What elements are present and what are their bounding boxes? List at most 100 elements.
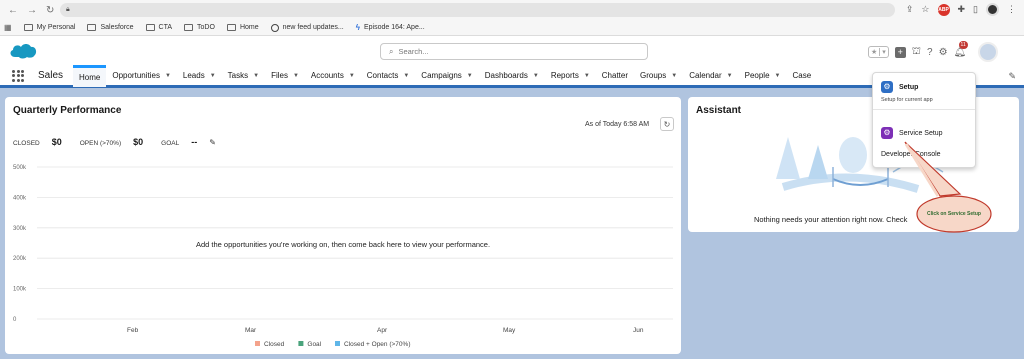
tab-cases[interactable]: Case (787, 65, 818, 87)
folder-icon (87, 24, 97, 31)
lock-icon: 🔒︎ (66, 6, 70, 13)
app-name: Sales (38, 70, 64, 81)
edit-nav-pencil-icon[interactable]: ✎ (1008, 71, 1016, 82)
bookmarks-bar: ▦ My Personal Salesforce CTA ToDO Home n… (0, 20, 1024, 36)
tab-contacts[interactable]: Contacts ▼ (361, 65, 416, 87)
sidebar-icon[interactable]: ▯ (973, 4, 978, 15)
chevron-down-icon[interactable]: ▼ (467, 73, 473, 79)
x-tick-label: May (503, 327, 516, 334)
apps-grid-icon[interactable]: ▦ (4, 23, 12, 32)
reload-icon[interactable]: ↻ (46, 5, 54, 16)
x-tick-label: Mar (245, 327, 257, 334)
tab-accounts[interactable]: Accounts ▼ (305, 65, 361, 87)
chevron-down-icon[interactable]: ▼ (584, 73, 590, 79)
service-setup-gear-icon: ⚙ (881, 127, 893, 139)
legend-swatch (255, 341, 260, 346)
chevron-down-icon[interactable]: ▼ (253, 73, 259, 79)
bookmark-feed-updates[interactable]: new feed updates... (270, 23, 344, 32)
chevron-down-icon[interactable]: ▼ (533, 73, 539, 79)
bookmark-todo[interactable]: ToDO (184, 24, 215, 31)
chevron-down-icon[interactable]: ▼ (775, 73, 781, 79)
x-tick-label: Jun (633, 327, 644, 334)
adblock-extension-icon[interactable]: ABP (937, 3, 950, 16)
star-icon: ★ (871, 49, 878, 56)
legend-label: Closed + Open (>70%) (344, 341, 410, 348)
globe-icon (270, 23, 279, 32)
menu-item-service-setup[interactable]: ⚙ Service Setup (881, 127, 943, 139)
browser-actions: ⇪ ☆ ABP ✚ ▯ ⋮ (906, 3, 1016, 16)
global-search[interactable]: ⌕ Search... (380, 43, 648, 60)
tab-files[interactable]: Files ▼ (265, 65, 305, 87)
chevron-down-icon[interactable]: ▼ (349, 73, 355, 79)
address-bar[interactable]: 🔒︎ (60, 3, 895, 17)
search-placeholder: Search... (398, 47, 429, 56)
profile-avatar[interactable] (986, 3, 999, 16)
notification-badge: 11 (958, 40, 968, 49)
folder-icon (226, 24, 236, 31)
tab-people[interactable]: People ▼ (739, 65, 787, 87)
folder-icon (23, 24, 33, 31)
assistant-empty-message: Nothing needs your attention right now. … (754, 215, 908, 224)
quarterly-performance-card: Quarterly Performance As of Today 6:58 A… (5, 97, 681, 354)
back-arrow-icon[interactable]: ← (8, 5, 18, 16)
extensions-puzzle-icon[interactable]: ✚ (958, 4, 966, 15)
chevron-down-icon[interactable]: ▼ (210, 73, 216, 79)
legend-swatch (335, 341, 340, 346)
bookmark-home[interactable]: Home (226, 24, 259, 31)
y-tick-label: 0 (13, 317, 17, 323)
bolt-icon: ϟ (355, 23, 360, 32)
chevron-down-icon[interactable]: ▼ (403, 73, 409, 79)
performance-chart: 500k 400k 300k 200k 100k 0 Feb Mar Apr May Jun Add … (13, 165, 673, 348)
menu-item-setup-description: Setup for current app (881, 97, 933, 103)
legend-label: Closed (264, 341, 285, 348)
salesforce-logo[interactable] (8, 41, 38, 61)
chevron-down-icon[interactable]: ▼ (727, 73, 733, 79)
tab-tasks[interactable]: Tasks ▼ (222, 65, 265, 87)
chevron-down-icon[interactable]: ▼ (293, 73, 299, 79)
legend-label: Goal (307, 341, 321, 348)
trailhead-icon[interactable]: ⛫ (912, 46, 921, 59)
forward-arrow-icon[interactable]: → (27, 5, 37, 16)
more-menu-icon[interactable]: ⋮ (1007, 4, 1016, 15)
bookmark-salesforce[interactable]: Salesforce (87, 24, 134, 31)
y-tick-label: 300k (13, 226, 27, 232)
browser-nav: ← → ↻ (0, 5, 54, 16)
browser-toolbar: ← → ↻ 🔒︎ ⇪ ☆ ABP ✚ ▯ ⋮ (0, 0, 1024, 20)
help-icon[interactable]: ? (927, 47, 933, 58)
menu-item-developer-console[interactable]: Developer Console (881, 151, 941, 158)
y-tick-label: 500k (13, 165, 27, 171)
bookmark-my-personal[interactable]: My Personal (23, 24, 75, 31)
folder-icon (145, 24, 155, 31)
user-avatar[interactable] (978, 42, 999, 62)
tab-dashboards[interactable]: Dashboards ▼ (479, 65, 545, 87)
x-tick-label: Feb (127, 327, 139, 334)
tab-opportunities[interactable]: Opportunities ▼ (106, 65, 177, 87)
chevron-down-icon[interactable]: ▼ (165, 73, 171, 79)
global-actions-plus-icon[interactable]: + (894, 46, 906, 58)
tab-groups[interactable]: Groups ▼ (634, 65, 683, 87)
bookmark-episode[interactable]: ϟ Episode 164: Ape... (356, 23, 425, 32)
tab-campaigns[interactable]: Campaigns ▼ (415, 65, 478, 87)
tab-chatter[interactable]: Chatter (596, 65, 634, 87)
app-launcher-icon[interactable] (12, 69, 24, 82)
y-tick-label: 400k (13, 195, 27, 201)
setup-gear-icon[interactable]: ⚙ (939, 47, 948, 58)
global-header: ⌕ Search... ★ ▾ + ⛫ ? ⚙ 🔔︎ 11 (0, 36, 1024, 66)
notifications-bell[interactable]: 🔔︎ 11 (954, 40, 968, 58)
favorites-button[interactable]: ★ ▾ (868, 46, 889, 58)
bookmark-star-icon[interactable]: ☆ (921, 4, 929, 15)
y-tick-label: 100k (13, 287, 27, 293)
bookmark-cta[interactable]: CTA (145, 24, 172, 31)
tab-leads[interactable]: Leads ▼ (177, 65, 222, 87)
share-icon[interactable]: ⇪ (906, 4, 914, 15)
chevron-down-icon[interactable]: ▼ (671, 73, 677, 79)
header-utility-icons: ★ ▾ + ⛫ ? ⚙ 🔔︎ 11 (868, 40, 999, 62)
tab-home[interactable]: Home (73, 64, 107, 87)
chevron-down-icon: ▾ (879, 48, 888, 56)
menu-item-setup[interactable]: ⚙ Setup (881, 81, 918, 93)
search-icon: ⌕ (389, 46, 394, 56)
tab-reports[interactable]: Reports ▼ (545, 65, 596, 87)
callout-text: Click on Service Setup (927, 211, 981, 217)
tab-calendar[interactable]: Calendar ▼ (683, 65, 738, 87)
legend-swatch (298, 341, 304, 346)
